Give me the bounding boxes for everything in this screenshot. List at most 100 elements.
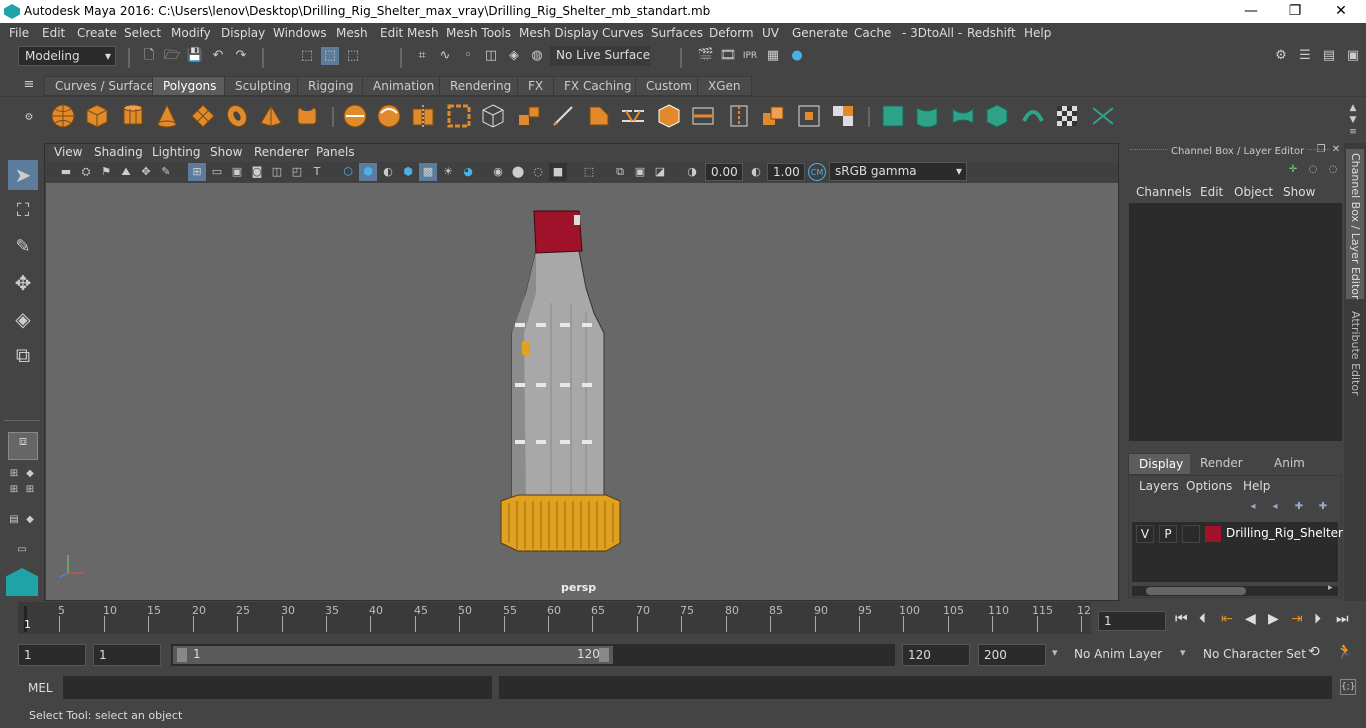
bridge-icon[interactable]: [620, 103, 646, 129]
channel-list[interactable]: [1129, 203, 1342, 441]
float-panel-icon[interactable]: ❐: [1314, 143, 1328, 157]
camera-select-icon[interactable]: ▬: [57, 163, 75, 181]
menu-deform[interactable]: Deform: [709, 26, 754, 40]
mirror-icon[interactable]: [410, 103, 436, 129]
safe-title-icon[interactable]: T: [308, 163, 326, 181]
range-slider-handle[interactable]: 1 120: [173, 646, 613, 664]
close-panel-icon[interactable]: ✕: [1329, 143, 1343, 157]
scroll-right-icon[interactable]: ▸: [1328, 583, 1333, 593]
range-start-grip[interactable]: [177, 648, 187, 662]
auto-key-icon[interactable]: ⟲: [1308, 644, 1320, 660]
uv-checker-icon[interactable]: [1054, 103, 1080, 129]
minimize-icon[interactable]: —: [1228, 0, 1274, 23]
tab-rigging[interactable]: Rigging: [297, 76, 365, 96]
single-perspective-layout-icon[interactable]: ⧈: [8, 432, 38, 460]
poly-pipe-icon[interactable]: [294, 103, 320, 129]
shelf-menu-icon[interactable]: ≡: [20, 76, 38, 94]
lasso-tool-icon[interactable]: ⛶: [8, 196, 38, 226]
motion-blur-icon[interactable]: ⬤: [509, 163, 527, 181]
step-forward-key-icon[interactable]: ⇥: [1291, 611, 1303, 627]
undo-icon[interactable]: ↶: [209, 47, 227, 65]
paint-select-tool-icon[interactable]: ✎: [8, 232, 38, 262]
maya-home-icon[interactable]: [6, 568, 38, 596]
playback-start-field[interactable]: [93, 644, 161, 666]
tab-anim[interactable]: Anim: [1264, 453, 1315, 475]
render-sequence-icon[interactable]: 🎞: [719, 47, 737, 65]
gate-mask-icon[interactable]: ◙: [248, 163, 266, 181]
layer-menu-layers[interactable]: Layers: [1139, 479, 1179, 493]
textured-icon[interactable]: ▩: [419, 163, 437, 181]
graph-layout-icon[interactable]: ▤: [8, 506, 20, 534]
gamma-icon[interactable]: ◐: [747, 163, 765, 181]
cb-menu-channels[interactable]: Channels: [1136, 185, 1192, 199]
gear-icon[interactable]: ⚙: [20, 109, 38, 127]
layer-menu-help[interactable]: Help: [1243, 479, 1270, 493]
move-layer-down-icon[interactable]: ◂: [1267, 500, 1283, 514]
menu-surfaces[interactable]: Surfaces: [651, 26, 703, 40]
film-gate-icon[interactable]: ▭: [208, 163, 226, 181]
step-back-frame-icon[interactable]: ⏴: [1199, 611, 1206, 627]
new-scene-icon[interactable]: 🗋: [140, 47, 158, 65]
poly-cylinder-icon[interactable]: [120, 103, 146, 129]
persp-graph-layout-icon[interactable]: ▭: [8, 544, 36, 556]
go-to-end-icon[interactable]: ⏭: [1336, 611, 1349, 627]
modeling-toolkit-icon[interactable]: ⚙: [1272, 47, 1290, 65]
vp-menu-view[interactable]: View: [54, 145, 82, 159]
mel-label[interactable]: MEL: [28, 681, 53, 695]
menu-select[interactable]: Select: [124, 26, 161, 40]
tab-fx-caching[interactable]: FX Caching: [553, 76, 643, 96]
four-view-layout-icon[interactable]: ⊞: [8, 468, 20, 480]
auto-map-icon[interactable]: [984, 103, 1010, 129]
wireframe-on-shaded-icon[interactable]: ⬢: [399, 163, 417, 181]
snap-surface-icon[interactable]: ◈: [505, 47, 523, 65]
channel-box-axis-icon[interactable]: ✛: [1286, 163, 1300, 177]
menu-curves[interactable]: Curves: [602, 26, 644, 40]
close-icon[interactable]: ✕: [1318, 0, 1364, 23]
render-settings-icon[interactable]: ▦: [764, 47, 782, 65]
poly-sphere-icon[interactable]: [50, 103, 76, 129]
menu-create[interactable]: Create: [77, 26, 117, 40]
menu-3dtoall[interactable]: - 3DtoAll -: [902, 26, 962, 40]
extrude-icon[interactable]: [516, 103, 542, 129]
live-surface-field[interactable]: No Live Surface: [550, 46, 650, 66]
playback-end-field[interactable]: [902, 644, 970, 666]
poly-plane-icon[interactable]: [190, 103, 216, 129]
menu-cache[interactable]: Cache: [854, 26, 891, 40]
menu-help[interactable]: Help: [1024, 26, 1051, 40]
tab-fx[interactable]: FX: [517, 76, 555, 96]
safe-action-icon[interactable]: ◰: [288, 163, 306, 181]
two-view-layout-icon[interactable]: ⊞: [8, 484, 20, 496]
menu-windows[interactable]: Windows: [273, 26, 327, 40]
save-scene-icon[interactable]: 💾: [186, 47, 204, 65]
bookmark-icon[interactable]: ⚑: [97, 163, 115, 181]
open-scene-icon[interactable]: 🗁: [163, 47, 181, 65]
colorspace-dropdown[interactable]: sRGB gamma ▾: [829, 162, 967, 181]
anim-layer-dropdown[interactable]: No Anim Layer: [1068, 644, 1168, 666]
isolate-select-icon[interactable]: ⬚: [580, 163, 598, 181]
combine-icon[interactable]: [342, 103, 368, 129]
field-chart-icon[interactable]: ◫: [268, 163, 286, 181]
script-editor-icon[interactable]: {;}: [1340, 679, 1356, 695]
chevron-down-icon[interactable]: ▾: [1052, 646, 1058, 659]
uv-layout-icon[interactable]: [1090, 103, 1116, 129]
snap-view-icon[interactable]: ◫: [482, 47, 500, 65]
layout-option-icon[interactable]: ◆: [24, 468, 36, 480]
poly-cube-icon[interactable]: [84, 103, 110, 129]
poly-torus-icon[interactable]: [224, 103, 250, 129]
menu-mesh[interactable]: Mesh: [336, 26, 368, 40]
mel-input[interactable]: [63, 676, 492, 699]
step-back-key-icon[interactable]: ⇤: [1221, 611, 1233, 627]
select-hierarchy-icon[interactable]: ⬚: [298, 47, 316, 65]
menu-edit-mesh[interactable]: Edit Mesh: [380, 26, 439, 40]
layer-row[interactable]: V P Drilling_Rig_Shelter: [1132, 524, 1343, 544]
xray-joints-icon[interactable]: ▣: [631, 163, 649, 181]
separate-icon[interactable]: [376, 103, 402, 129]
camera-attributes-icon[interactable]: ⛭: [77, 163, 95, 181]
merge-icon[interactable]: [760, 103, 786, 129]
target-weld-icon[interactable]: [796, 103, 822, 129]
snap-point-icon[interactable]: ◦: [459, 47, 477, 65]
cb-menu-object[interactable]: Object: [1234, 185, 1273, 199]
use-all-lights-icon[interactable]: ☀: [439, 163, 457, 181]
multi-cut-icon[interactable]: [550, 103, 576, 129]
bevel-icon[interactable]: [586, 103, 612, 129]
